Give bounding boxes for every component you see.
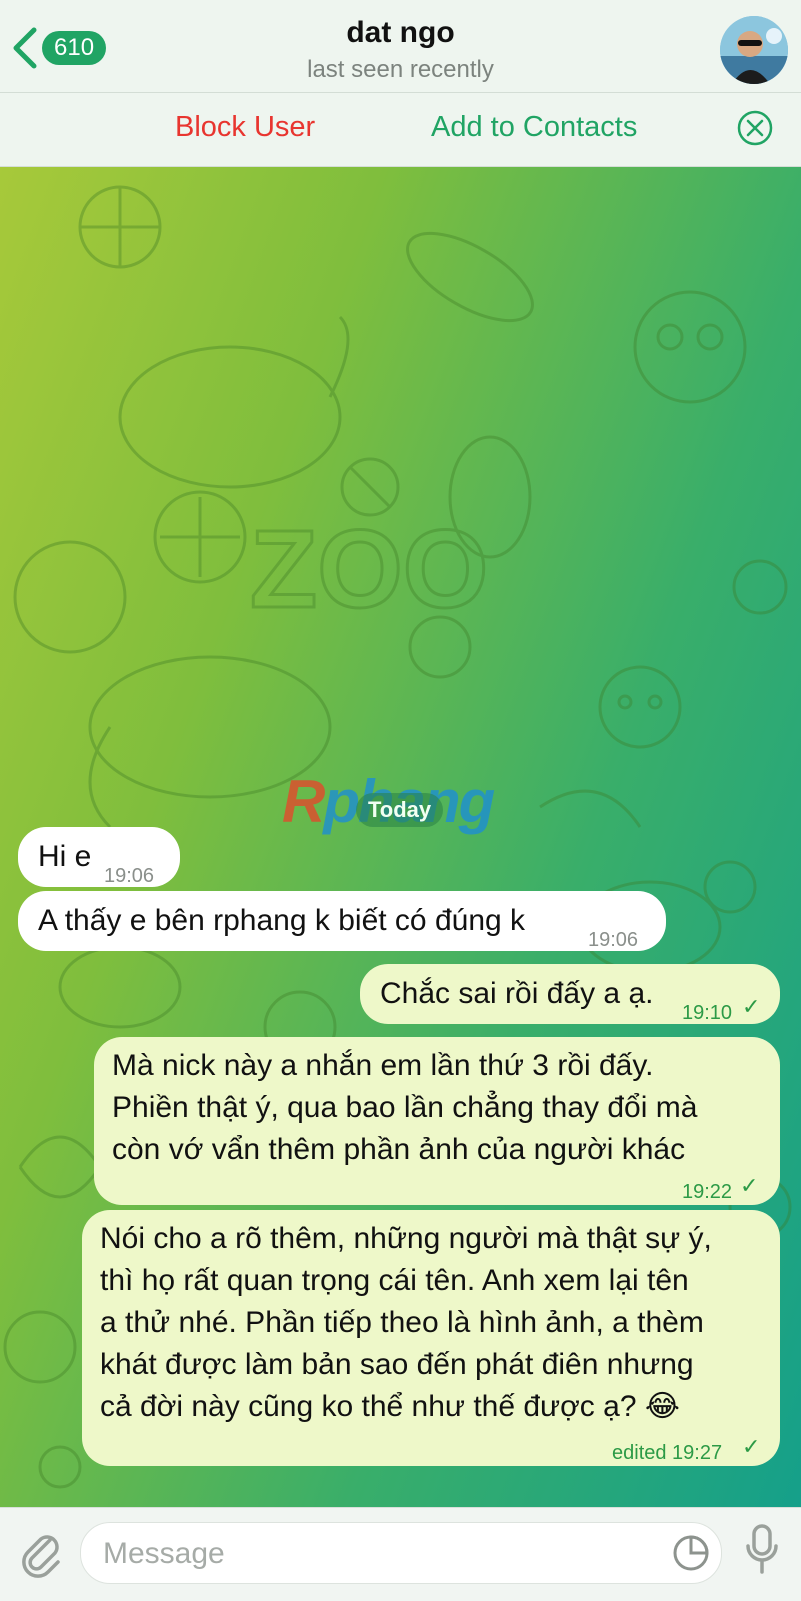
message-input-bar: Message <box>0 1507 801 1601</box>
message-line: a thử nhé. Phần tiếp theo là hình ảnh, a… <box>100 1306 704 1339</box>
message-text: Chắc sai rồi đấy a ạ. <box>380 977 654 1010</box>
outgoing-message[interactable]: Nói cho a rõ thêm, những người mà thật s… <box>82 1210 780 1466</box>
outgoing-message[interactable]: Chắc sai rồi đấy a ạ. 19:10 ✓ <box>360 964 780 1024</box>
message-time: 19:10 <box>682 1002 733 1024</box>
message-text: Hi e <box>38 840 92 873</box>
chat-header: 610 dat ngo last seen recently <box>0 0 801 93</box>
date-separator: Today <box>356 793 444 827</box>
microphone-icon[interactable] <box>745 1524 779 1576</box>
read-check-icon: ✓ <box>740 1173 759 1198</box>
contact-name[interactable]: dat ngo <box>0 16 801 50</box>
message-time: 19:22 <box>682 1181 733 1203</box>
message-line: khát được làm bản sao đến phát điên nhưn… <box>100 1348 694 1381</box>
message-time: 19:06 <box>588 929 639 951</box>
add-to-contacts-button[interactable]: Add to Contacts <box>431 111 637 144</box>
read-check-icon: ✓ <box>742 994 761 1019</box>
message-line: cả đời này cũng ko thể như thế được ạ? 😂 <box>100 1390 680 1423</box>
message-placeholder: Message <box>103 1537 225 1570</box>
message-line: còn vớ vẩn thêm phần ảnh của người khác <box>112 1133 686 1166</box>
message-line: thì họ rất quan trọng cái tên. Anh xem l… <box>100 1264 689 1297</box>
message-time: edited 19:27 <box>612 1442 723 1464</box>
svg-text:ZOO: ZOO <box>250 508 488 631</box>
message-line: Nói cho a rõ thêm, những người mà thật s… <box>100 1222 712 1255</box>
contact-status: last seen recently <box>307 56 494 83</box>
block-user-button[interactable]: Block User <box>175 111 315 144</box>
close-icon[interactable] <box>737 110 773 146</box>
message-line: Mà nick này a nhắn em lần thứ 3 rồi đấy. <box>112 1049 654 1082</box>
chat-background: ZOO Rphang Today Hi e 19:06 A thấy e bên… <box>0 167 801 1507</box>
attach-icon[interactable] <box>20 1526 62 1578</box>
avatar[interactable] <box>720 16 788 84</box>
outgoing-message[interactable]: Mà nick này a nhắn em lần thứ 3 rồi đấy.… <box>94 1037 780 1205</box>
message-line: Phiền thật ý, qua bao lần chẳng thay đổi… <box>112 1091 698 1124</box>
incoming-message[interactable]: Hi e 19:06 <box>18 827 180 887</box>
sticker-icon[interactable] <box>672 1534 710 1572</box>
message-text: A thấy e bên rphang k biết có đúng k <box>38 904 526 937</box>
read-check-icon: ✓ <box>742 1434 761 1459</box>
message-input[interactable]: Message <box>80 1522 722 1584</box>
incoming-message[interactable]: A thấy e bên rphang k biết có đúng k 19:… <box>18 891 666 951</box>
contact-action-bar: Block User Add to Contacts <box>0 93 801 167</box>
